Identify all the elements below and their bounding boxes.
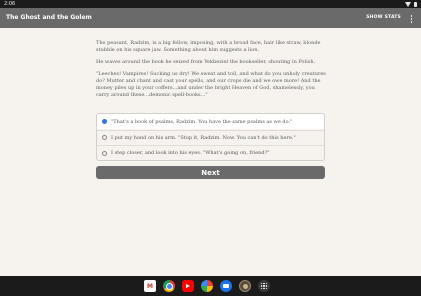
app-dock: M <box>144 280 270 292</box>
status-bar: 2:06 <box>0 0 421 8</box>
story-paragraph: The peasant, Radzim, is a big fellow, im… <box>96 40 321 53</box>
story-paragraph: "Leeches! Vampires! Sucking us dry! We s… <box>96 71 326 98</box>
choice-option[interactable]: "That's a book of psalms, Radzim. You ha… <box>97 114 324 129</box>
choice-label: "That's a book of psalms, Radzim. You ha… <box>111 118 293 125</box>
app-bar: The Ghost and the Golem SHOW STATS <box>0 8 421 28</box>
chrome-icon[interactable] <box>163 280 175 292</box>
status-time: 2:06 <box>4 1 16 7</box>
choice-option[interactable]: I put my hand on his arm. "Stop it, Radz… <box>97 129 324 145</box>
game-icon[interactable] <box>239 280 251 292</box>
gmail-icon[interactable]: M <box>144 280 156 292</box>
youtube-icon[interactable] <box>182 280 194 292</box>
app-title: The Ghost and the Golem <box>6 14 92 21</box>
wifi-icon <box>405 1 411 7</box>
taskbar: M <box>0 276 421 296</box>
battery-icon <box>414 1 417 7</box>
app-launcher-icon[interactable] <box>258 280 270 292</box>
choice-list: "That's a book of psalms, Radzim. You ha… <box>96 113 325 161</box>
status-icons <box>405 1 417 7</box>
more-vert-icon[interactable] <box>410 15 413 23</box>
show-stats-button[interactable]: SHOW STATS <box>366 8 401 28</box>
story-text: The peasant, Radzim, is a big fellow, im… <box>96 40 326 104</box>
choice-label: I put my hand on his arm. "Stop it, Radz… <box>111 134 296 141</box>
radio-icon[interactable] <box>102 150 107 156</box>
photos-icon[interactable] <box>201 280 213 292</box>
next-button[interactable]: Next <box>96 166 325 179</box>
radio-selected-icon[interactable] <box>102 119 107 124</box>
choice-label: I step closer, and look into his eyes. "… <box>111 150 270 156</box>
choice-option[interactable]: I step closer, and look into his eyes. "… <box>97 145 324 160</box>
messages-icon[interactable] <box>220 280 232 292</box>
radio-icon[interactable] <box>102 135 107 140</box>
story-paragraph: He waves around the book he seized from … <box>96 59 316 65</box>
